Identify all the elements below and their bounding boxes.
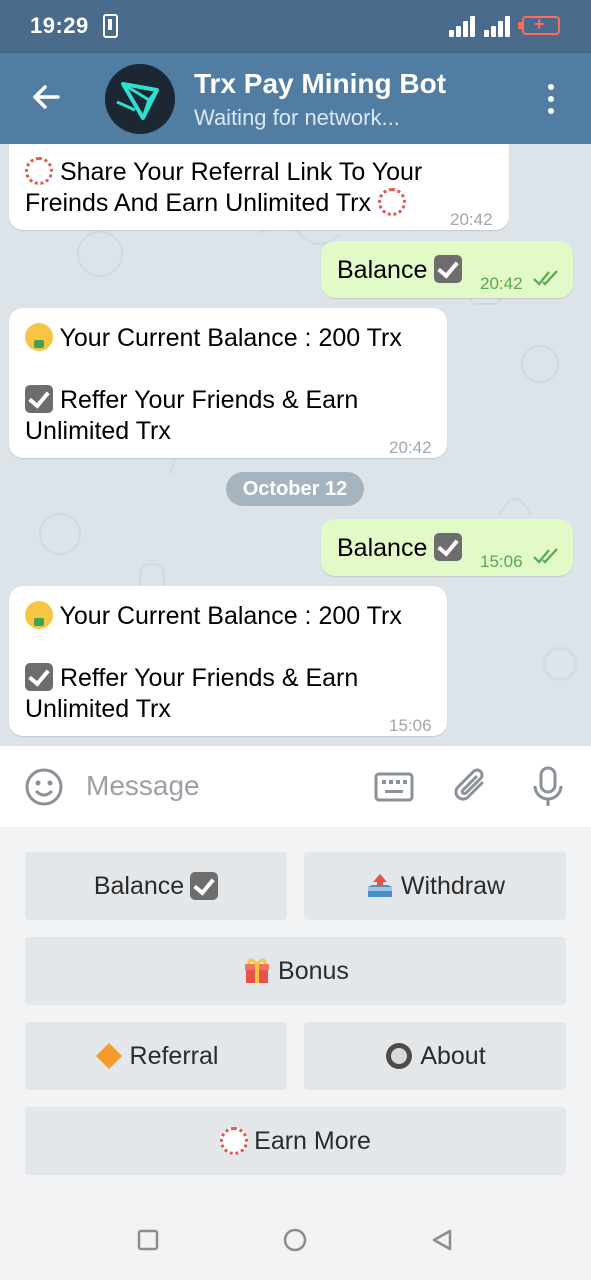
flower-emoji-icon (377, 188, 406, 216)
chat-header: Trx Pay Mining Bot Waiting for network..… (0, 53, 591, 144)
incoming-message[interactable]: Your Current Balance : 200 Trx Reffer Yo… (9, 586, 447, 736)
message-text: Reffer Your Friends & Earn (59, 664, 359, 692)
money-face-emoji-icon (25, 601, 53, 629)
orange-diamond-icon (95, 1043, 122, 1069)
system-nav-bar (0, 1200, 591, 1280)
check-emoji-icon (434, 533, 463, 561)
keyboard-icon[interactable] (373, 770, 415, 804)
bot-keyboard: Balance Withdraw Bonus Referral About Ea… (0, 827, 591, 1200)
message-text: Balance (337, 256, 428, 284)
flower-emoji-icon (25, 157, 53, 185)
home-icon[interactable] (283, 1228, 307, 1252)
bonus-button[interactable]: Bonus (25, 937, 566, 1005)
bot-avatar[interactable] (105, 64, 175, 134)
message-time: 20:42 (389, 438, 432, 457)
flower-emoji-icon (220, 1127, 249, 1155)
incoming-message[interactable]: Share Your Referral Link To Your Freinds… (9, 144, 509, 230)
message-composer: Message (0, 746, 591, 827)
about-button-label: About (420, 1041, 486, 1070)
withdraw-button-label: Withdraw (400, 871, 506, 900)
phone-icon (103, 14, 118, 38)
read-double-check-icon (533, 548, 558, 564)
status-bar: 19:29 (0, 0, 591, 53)
message-time: 15:06 (480, 552, 523, 571)
microphone-icon[interactable] (530, 765, 566, 809)
attach-icon[interactable] (452, 765, 492, 809)
message-time: 20:42 (450, 210, 493, 229)
message-list[interactable]: Share Your Referral Link To Your Freinds… (0, 144, 591, 746)
outgoing-message[interactable]: Balance 15:06 (321, 519, 573, 576)
read-double-check-icon (533, 270, 558, 286)
recents-icon[interactable] (137, 1229, 159, 1251)
outgoing-message[interactable]: Balance 20:42 (321, 241, 573, 298)
check-emoji-icon (25, 663, 53, 691)
check-emoji-icon (434, 255, 463, 283)
earn-more-button-label: Earn More (254, 1126, 371, 1155)
status-time: 19:29 (30, 13, 89, 38)
gift-icon (245, 958, 270, 983)
referral-button[interactable]: Referral (25, 1022, 287, 1090)
incoming-message[interactable]: Your Current Balance : 200 Trx Reffer Yo… (9, 308, 447, 458)
signal-icon-2 (484, 15, 514, 37)
outbox-tray-icon (367, 874, 392, 897)
message-text: Your Current Balance : 200 Trx (59, 324, 402, 352)
more-menu-icon[interactable] (540, 82, 562, 116)
money-face-emoji-icon (25, 323, 53, 351)
balance-button[interactable]: Balance (25, 852, 287, 920)
back-arrow-icon[interactable] (28, 79, 64, 115)
message-text: Unlimited Trx (25, 695, 171, 723)
radio-button-icon (386, 1043, 413, 1069)
referral-button-label: Referral (129, 1041, 219, 1070)
message-time: 20:42 (480, 274, 523, 293)
message-text: Unlimited Trx (25, 417, 171, 445)
message-text: Freinds And Earn Unlimited Trx (25, 189, 371, 217)
date-separator: October 12 (226, 472, 364, 506)
check-emoji-icon (190, 872, 219, 900)
message-text: Your Current Balance : 200 Trx (59, 602, 402, 630)
check-emoji-icon (25, 385, 53, 413)
battery-icon (518, 14, 560, 35)
back-nav-icon[interactable] (430, 1228, 454, 1252)
message-text: Share Your Referral Link To Your (59, 158, 423, 186)
message-input[interactable]: Message (86, 770, 200, 802)
withdraw-button[interactable]: Withdraw (304, 852, 566, 920)
message-time: 15:06 (389, 716, 432, 735)
signal-icon (449, 15, 479, 37)
message-text: Balance (337, 534, 428, 562)
balance-button-label: Balance (93, 871, 185, 900)
chat-status: Waiting for network... (194, 105, 400, 130)
tron-logo-icon (116, 82, 159, 120)
about-button[interactable]: About (304, 1022, 566, 1090)
bonus-button-label: Bonus (278, 956, 349, 985)
message-text: Reffer Your Friends & Earn (59, 386, 359, 414)
emoji-icon[interactable] (24, 767, 64, 807)
earn-more-button[interactable]: Earn More (25, 1107, 566, 1175)
chat-title[interactable]: Trx Pay Mining Bot (194, 68, 446, 100)
